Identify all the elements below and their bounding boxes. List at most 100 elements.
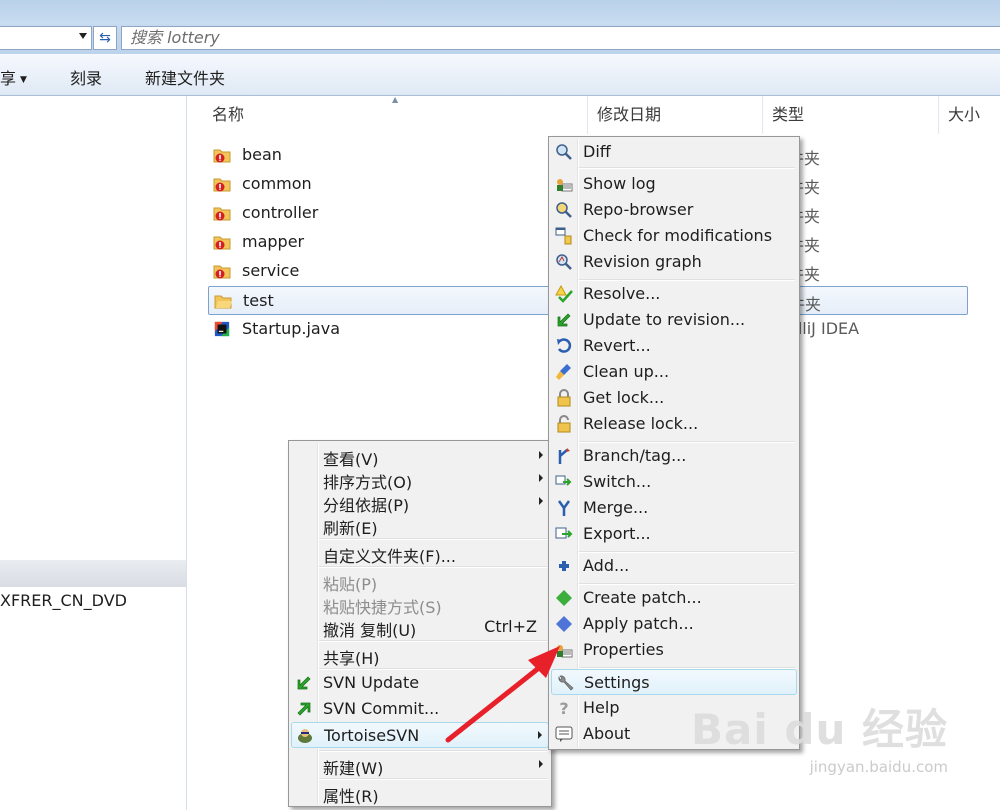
explorer-context-menu: 查看(V) 排序方式(O) 分组依据(P) 刷新(E) 自定义文件夹(F)...… xyxy=(288,440,552,807)
add-icon xyxy=(559,561,569,571)
tortoisesvn-submenu: Diff Show log Repo-browser Check for mod… xyxy=(548,136,800,750)
baidu-watermark-logo: Bai du 经验 xyxy=(691,705,948,754)
column-divider[interactable] xyxy=(587,96,588,134)
file-name: service xyxy=(242,261,300,280)
menu-item-check-modifications[interactable]: Check for modifications xyxy=(551,223,797,249)
menu-item-resolve[interactable]: Resolve... xyxy=(551,281,797,307)
menu-item-undo-copy[interactable]: 撤消 复制(U) Ctrl+Z xyxy=(291,614,549,640)
menu-item-share[interactable]: 共享(H) xyxy=(291,642,549,668)
chevron-down-icon: ▼ xyxy=(20,74,27,85)
create-patch-icon xyxy=(556,590,572,606)
menu-item-revert[interactable]: Revert... xyxy=(551,333,797,359)
baidu-watermark-url: jingyan.baidu.com xyxy=(809,758,948,776)
svn-folder-icon xyxy=(213,236,231,250)
menu-item-apply-patch[interactable]: Apply patch... xyxy=(551,611,797,637)
menu-item-clean-up[interactable]: Clean up... xyxy=(551,359,797,385)
command-toolbar: 享 ▼ 刻录 新建文件夹 xyxy=(0,54,1000,96)
share-button[interactable]: 享 ▼ xyxy=(0,65,27,89)
file-name: common xyxy=(242,174,312,193)
resolve-icon xyxy=(555,285,573,303)
menu-item-revision-graph[interactable]: Revision graph xyxy=(551,249,797,275)
svn-folder-icon xyxy=(213,178,231,192)
file-name: controller xyxy=(242,203,319,222)
menu-item-switch[interactable]: Switch... xyxy=(551,469,797,495)
submenu-arrow-icon xyxy=(539,474,543,482)
apply-patch-icon xyxy=(556,616,572,632)
submenu-arrow-icon xyxy=(539,451,543,459)
column-header-size[interactable]: 大小 xyxy=(948,96,980,134)
menu-item-release-lock[interactable]: Release lock... xyxy=(551,411,797,437)
column-divider[interactable] xyxy=(938,96,939,134)
address-row: ⇆ 搜索 lottery xyxy=(0,24,1000,54)
magnifier-diff-icon xyxy=(556,144,572,160)
tortoise-icon xyxy=(298,729,312,743)
file-name: bean xyxy=(242,145,282,164)
burn-button[interactable]: 刻录 xyxy=(70,65,102,89)
address-bar[interactable] xyxy=(0,26,92,50)
submenu-arrow-icon xyxy=(539,497,543,505)
menu-item-branch-tag[interactable]: Branch/tag... xyxy=(551,443,797,469)
search-input[interactable]: 搜索 lottery xyxy=(121,26,1000,50)
nav-item-dvd-drive[interactable]: XFRER_CN_DVD xyxy=(0,591,127,610)
menu-item-show-log[interactable]: Show log xyxy=(551,171,797,197)
repo-browser-icon xyxy=(556,202,572,218)
menu-item-new[interactable]: 新建(W) xyxy=(291,752,549,778)
menu-item-add[interactable]: Add... xyxy=(551,553,797,579)
update-to-revision-icon xyxy=(557,313,571,327)
menu-item-properties-svn[interactable]: Properties xyxy=(551,637,797,663)
menu-item-export[interactable]: Export... xyxy=(551,521,797,547)
menu-item-svn-update[interactable]: SVN Update xyxy=(291,670,549,696)
menu-item-create-patch[interactable]: Create patch... xyxy=(551,585,797,611)
column-divider[interactable] xyxy=(762,96,763,134)
refresh-button[interactable]: ⇆ xyxy=(93,26,117,50)
show-log-icon xyxy=(557,179,573,192)
nav-selected-item[interactable] xyxy=(0,560,186,587)
menu-item-get-lock[interactable]: Get lock... xyxy=(551,385,797,411)
menu-item-svn-commit[interactable]: SVN Commit... xyxy=(291,696,549,722)
folder-icon xyxy=(214,295,232,309)
settings-wrench-icon xyxy=(558,675,574,691)
menu-item-tortoisesvn[interactable]: TortoiseSVN xyxy=(291,722,549,748)
column-header-modified[interactable]: 修改日期 xyxy=(597,96,661,134)
svn-commit-icon xyxy=(297,702,311,716)
refresh-icon: ⇆ xyxy=(99,30,111,46)
sort-indicator-icon: ▲ xyxy=(392,95,399,104)
lock-icon xyxy=(557,389,571,407)
svn-folder-icon xyxy=(213,207,231,221)
navigation-pane: XFRER_CN_DVD xyxy=(0,96,187,810)
clean-up-icon xyxy=(556,364,571,380)
properties-icon xyxy=(557,645,573,658)
menu-item-repo-browser[interactable]: Repo-browser xyxy=(551,197,797,223)
svn-update-icon xyxy=(297,676,311,690)
svg-text:?: ? xyxy=(559,699,568,717)
svn-folder-icon xyxy=(213,265,231,279)
check-modifications-icon xyxy=(555,227,572,245)
svn-folder-icon xyxy=(213,149,231,163)
switch-icon xyxy=(555,475,572,486)
menu-item-settings[interactable]: Settings xyxy=(551,669,797,695)
file-name: mapper xyxy=(242,232,305,251)
column-header-name[interactable]: 名称 xyxy=(212,96,244,134)
address-dropdown-icon[interactable] xyxy=(79,33,87,39)
submenu-arrow-icon xyxy=(539,760,543,768)
intellij-file-icon xyxy=(214,321,230,337)
revert-icon xyxy=(557,338,572,353)
shortcut-label: Ctrl+Z xyxy=(484,617,537,636)
menu-item-update-to-revision[interactable]: Update to revision... xyxy=(551,307,797,333)
export-icon xyxy=(555,527,573,539)
menu-item-customize-folder[interactable]: 自定义文件夹(F)... xyxy=(291,540,549,566)
submenu-arrow-icon xyxy=(538,731,542,739)
file-name: test xyxy=(243,291,274,310)
merge-icon xyxy=(557,500,571,516)
about-icon xyxy=(555,726,573,742)
window-title-bar xyxy=(0,0,1000,24)
unlock-icon xyxy=(557,415,571,433)
menu-item-diff[interactable]: Diff xyxy=(551,139,797,165)
column-header-type[interactable]: 类型 xyxy=(772,96,804,134)
file-name: Startup.java xyxy=(242,319,340,338)
menu-item-merge[interactable]: Merge... xyxy=(551,495,797,521)
menu-item-properties[interactable]: 属性(R) xyxy=(291,780,549,806)
menu-item-refresh[interactable]: 刷新(E) xyxy=(291,512,549,538)
help-icon: ? xyxy=(559,699,568,717)
new-folder-button[interactable]: 新建文件夹 xyxy=(145,65,225,89)
